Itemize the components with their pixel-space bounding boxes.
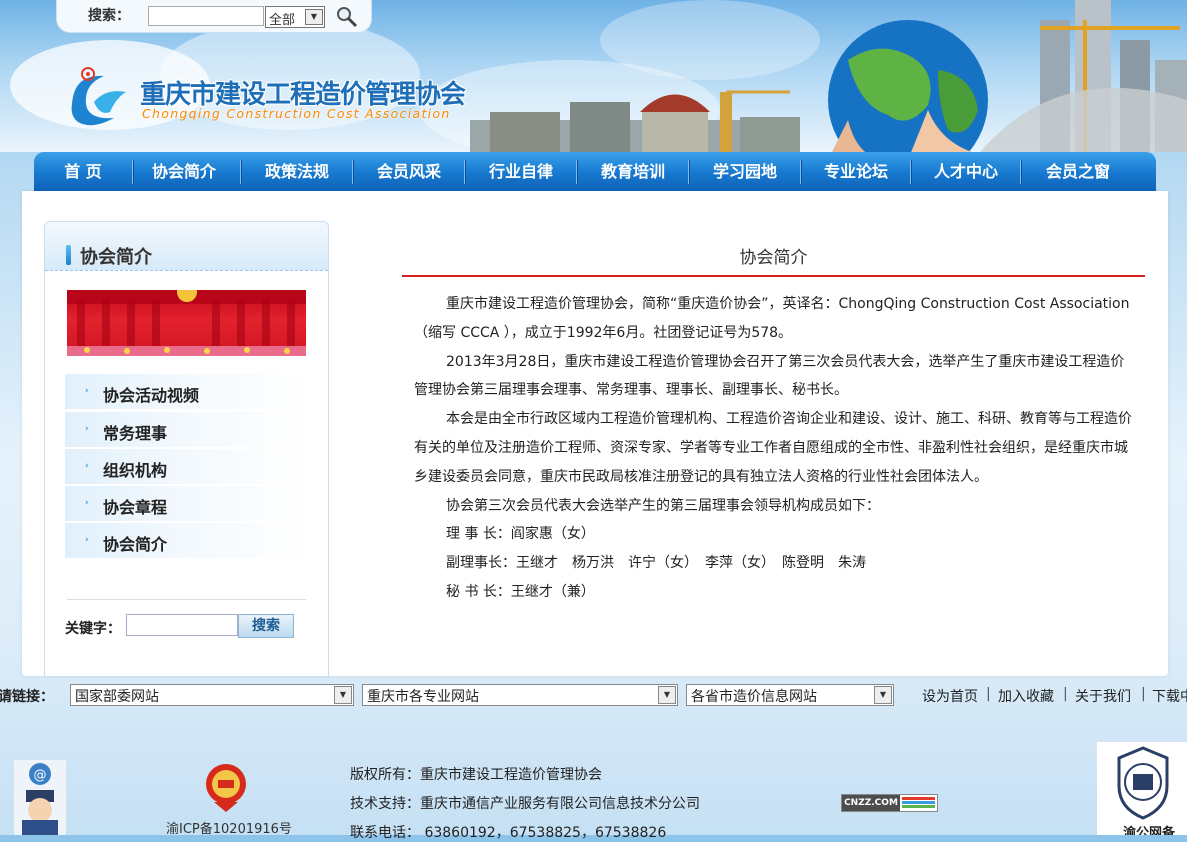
member-line-chairman: 理 事 长：阎家惠（女） — [446, 526, 595, 543]
select-provincial-cost-sites[interactable]: 各省市造价信息网站 ▼ — [686, 684, 894, 706]
sidebar-item-standing-directors[interactable]: › 常务理事 — [65, 412, 311, 448]
nav-item-policy[interactable]: 政策法规 — [242, 152, 352, 191]
link-separator: | — [1063, 686, 1068, 702]
chevron-down-icon: ▼ — [334, 686, 352, 704]
icp-license-text[interactable]: 渝ICP备10201916号 — [166, 818, 292, 837]
arrow-right-icon: › — [85, 461, 89, 471]
sidebar-item-charter[interactable]: › 协会章程 — [65, 486, 311, 522]
link-separator: | — [1141, 686, 1146, 702]
public-security-badge[interactable]: 渝公网备 — [1097, 742, 1187, 835]
skyline-illustration — [980, 0, 1187, 152]
add-favorite-link[interactable]: 加入收藏 — [998, 686, 1054, 706]
nav-item-about[interactable]: 协会简介 — [134, 152, 234, 191]
chevron-down-icon: ▼ — [305, 9, 323, 25]
article-body: 重庆市建设工程造价管理协会，简称“重庆造价协会”，英译名：ChongQing C… — [414, 290, 1136, 607]
nav-item-training[interactable]: 教育培训 — [578, 152, 688, 191]
police-alarm-icon[interactable]: @ — [14, 760, 66, 835]
member-line-vice-chairmen: 副理事长：王继才 杨万洪 许宁（女） 李萍（女） 陈登明 朱涛 — [446, 555, 866, 572]
cnzz-counter-badge[interactable]: CNZZ.COM — [841, 794, 938, 812]
cnzz-label: CNZZ.COM — [842, 795, 900, 811]
member-line-secretary: 秘 书 长：王继才（兼） — [446, 583, 595, 600]
association-logo-icon — [71, 67, 126, 126]
sidebar: 协会简介 › 协会活动视频 › 常务理事 › 组织机构 › 协会章程 › 协会简… — [44, 221, 329, 677]
nav-item-talent[interactable]: 人才中心 — [912, 152, 1020, 191]
header-banner: 搜索： 全部 ▼ 重庆市建设工程造价管理协会 Chongqing Constru… — [0, 0, 1187, 152]
keyword-label: 关键字： — [65, 621, 121, 637]
nav-item-member-window[interactable]: 会员之窗 — [1022, 152, 1134, 191]
link-separator: | — [986, 686, 991, 702]
arrow-right-icon: › — [85, 424, 89, 434]
article-paragraph: 本会是由全市行政区域内工程造价管理机构、工程造价咨询企业和建设、设计、施工、科研… — [414, 411, 1132, 485]
sidebar-banner-image — [67, 290, 306, 356]
article-title-rule — [402, 275, 1145, 277]
links-label: 请链接： — [0, 689, 54, 705]
sidebar-divider — [67, 599, 306, 600]
select-value: 重庆市各专业网站 — [367, 689, 479, 705]
chevron-down-icon: ▼ — [874, 686, 892, 704]
nav-item-discipline[interactable]: 行业自律 — [466, 152, 576, 191]
sidebar-item-introduction[interactable]: › 协会简介 — [65, 523, 311, 559]
article-paragraph: 2013年3月28日，重庆市建设工程造价管理协会召开了第三次会员代表大会，选举产… — [414, 353, 1125, 399]
sidebar-item-label: 常务理事 — [103, 424, 168, 443]
main-nav: 首 页 协会简介 政策法规 会员风采 行业自律 教育培训 学习园地 专业论坛 人… — [34, 152, 1156, 191]
keyword-input[interactable] — [126, 614, 238, 636]
sidebar-title: 协会简介 — [80, 247, 152, 268]
sidebar-header-marker — [66, 245, 71, 265]
public-security-badge-label: 渝公网备 — [1123, 826, 1176, 835]
arrow-right-icon: › — [85, 498, 89, 508]
sidebar-item-organization[interactable]: › 组织机构 — [65, 449, 311, 485]
article-title: 协会简介 — [739, 248, 808, 268]
nav-item-forum[interactable]: 专业论坛 — [802, 152, 910, 191]
set-homepage-link[interactable]: 设为首页 — [922, 686, 978, 706]
footer-contact: 联系电话： 63860192，67538825，67538826 — [350, 825, 667, 841]
search-input[interactable] — [148, 6, 264, 26]
download-link[interactable]: 下载中 — [1152, 686, 1187, 706]
search-scope-select[interactable]: 全部 ▼ — [265, 6, 325, 28]
chevron-down-icon: ▼ — [658, 686, 676, 704]
arrow-right-icon: › — [85, 535, 89, 545]
stage-banner-image — [67, 290, 306, 356]
nav-item-learning[interactable]: 学习园地 — [690, 152, 800, 191]
search-label: 搜索： — [88, 8, 130, 24]
site-subtitle: Chongqing Construction Cost Association — [142, 106, 451, 121]
cnzz-stripe — [902, 805, 935, 808]
select-national-ministries[interactable]: 国家部委网站 ▼ — [70, 684, 354, 706]
nav-item-home[interactable]: 首 页 — [34, 152, 132, 191]
about-us-link[interactable]: 关于我们 — [1075, 686, 1131, 706]
article-paragraph: 重庆市建设工程造价管理协会，简称“重庆造价协会”，英译名：ChongQing C… — [414, 296, 1130, 341]
cnzz-stripe — [902, 797, 935, 800]
svg-text:@: @ — [34, 768, 47, 783]
article-paragraph: 协会第三次会员代表大会选举产生的第三届理事会领导机构成员如下： — [446, 497, 880, 514]
sidebar-item-activity-video[interactable]: › 协会活动视频 — [65, 374, 311, 410]
city-illustration — [470, 90, 800, 152]
sidebar-item-label: 协会活动视频 — [103, 386, 200, 405]
sidebar-item-label: 组织机构 — [103, 461, 168, 480]
cnzz-stripe — [902, 801, 935, 804]
footer-copyright: 版权所有：重庆市建设工程造价管理协会 — [350, 767, 602, 783]
select-value: 国家部委网站 — [75, 689, 159, 705]
search-scope-value: 全部 — [269, 13, 296, 28]
search-icon[interactable] — [336, 6, 358, 28]
nav-item-members[interactable]: 会员风采 — [354, 152, 464, 191]
business-license-icon[interactable] — [204, 762, 248, 812]
footer-tech-support: 技术支持：重庆市通信产业服务有限公司信息技术分公司 — [350, 796, 700, 812]
sidebar-header: 协会简介 — [45, 222, 328, 271]
select-chongqing-sites[interactable]: 重庆市各专业网站 ▼ — [362, 684, 678, 706]
police-shield-icon — [1117, 746, 1169, 820]
sidebar-item-label: 协会简介 — [103, 535, 168, 554]
sidebar-item-label: 协会章程 — [103, 498, 168, 517]
arrow-right-icon: › — [85, 386, 89, 396]
select-value: 各省市造价信息网站 — [691, 689, 817, 705]
keyword-search-button[interactable]: 搜索 — [238, 614, 294, 638]
